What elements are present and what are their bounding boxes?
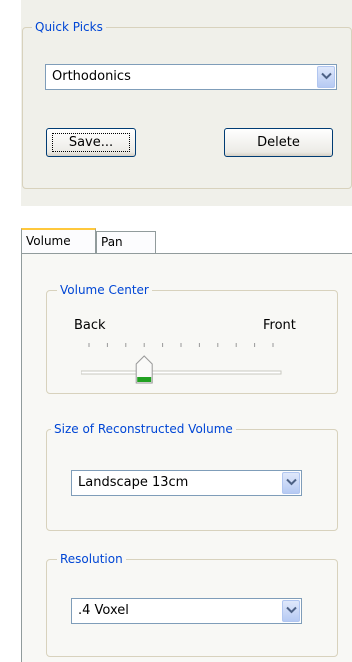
size-select[interactable]: Landscape 13cm xyxy=(71,470,302,496)
size-group: Size of Reconstructed Volume Landscape 1… xyxy=(46,421,338,531)
resolution-selected-value: .4 Voxel xyxy=(78,603,129,618)
quick-picks-selected-value: Orthodonics xyxy=(52,69,131,84)
delete-button[interactable]: Delete xyxy=(224,128,333,157)
volume-center-slider[interactable] xyxy=(81,343,311,393)
quick-picks-legend: Quick Picks xyxy=(32,19,106,35)
back-label: Back xyxy=(74,318,106,333)
resolution-group: Resolution .4 Voxel xyxy=(46,551,338,657)
size-selected-value: Landscape 13cm xyxy=(78,475,189,490)
delete-button-label: Delete xyxy=(257,135,300,150)
chevron-down-icon[interactable] xyxy=(317,66,335,88)
slider-thumb-icon[interactable] xyxy=(135,355,153,384)
chevron-down-icon[interactable] xyxy=(282,600,300,622)
quick-picks-group: Quick Picks Orthodonics Save... Delete xyxy=(22,19,352,189)
tab-pan[interactable]: Pan xyxy=(96,231,156,253)
front-label: Front xyxy=(263,318,296,333)
volume-center-legend: Volume Center xyxy=(57,282,152,298)
chevron-down-icon[interactable] xyxy=(282,472,300,494)
slider-track xyxy=(81,370,282,375)
volume-tab-panel: Volume Center Back Front Size of Reconst… xyxy=(21,253,352,662)
quick-picks-panel: Quick Picks Orthodonics Save... Delete xyxy=(21,0,352,206)
resolution-select[interactable]: .4 Voxel xyxy=(71,598,302,624)
resolution-legend: Resolution xyxy=(57,551,126,567)
save-button[interactable]: Save... xyxy=(46,128,136,157)
save-button-label: Save... xyxy=(68,135,114,150)
quick-picks-select[interactable]: Orthodonics xyxy=(45,64,337,90)
volume-center-group: Volume Center Back Front xyxy=(46,282,338,394)
tab-volume-label: Volume xyxy=(26,234,71,248)
tab-volume[interactable]: Volume xyxy=(21,228,96,253)
slider-ticks xyxy=(88,343,274,347)
tab-pan-label: Pan xyxy=(101,235,123,249)
size-legend: Size of Reconstructed Volume xyxy=(51,421,236,437)
